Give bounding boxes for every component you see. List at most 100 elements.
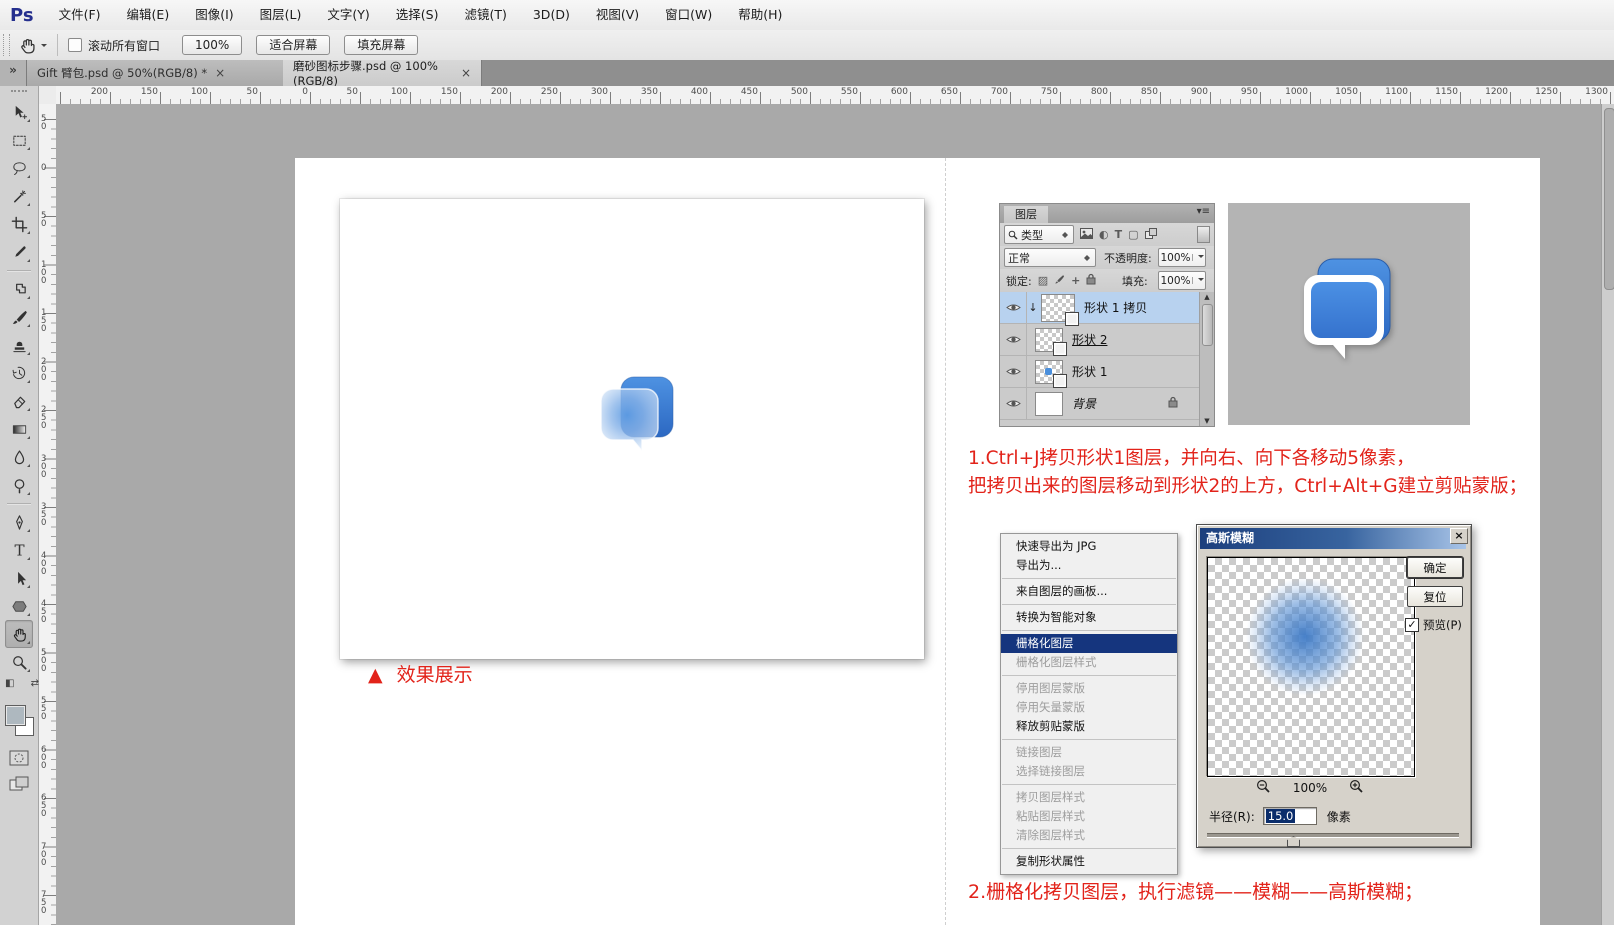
scrollbar-thumb[interactable] (1604, 108, 1614, 290)
menu-item-0[interactable]: 文件(F) (46, 0, 114, 30)
fill-value[interactable]: 100% (1158, 271, 1206, 290)
screen-mode-button[interactable] (0, 776, 38, 792)
hand-tool[interactable] (5, 620, 33, 648)
blur-tool[interactable] (5, 443, 33, 471)
tab-layers[interactable]: 图层 (1004, 206, 1048, 223)
layer-thumbnail[interactable] (1035, 392, 1063, 416)
opacity-value[interactable]: 100% (1158, 248, 1206, 267)
radius-slider[interactable] (1207, 833, 1459, 838)
reset-button[interactable]: 复位 (1407, 586, 1463, 607)
scrollbar-thumb[interactable] (1202, 304, 1213, 346)
slider-thumb[interactable] (1287, 836, 1300, 847)
filter-smart-object-icon[interactable] (1145, 228, 1157, 242)
type-tool[interactable]: T (5, 536, 33, 564)
eraser-tool[interactable] (5, 387, 33, 415)
visibility-eye-icon[interactable] (1000, 388, 1027, 419)
healing-brush-tool[interactable] (5, 275, 33, 303)
history-brush-tool[interactable] (5, 359, 33, 387)
document-tab-gift[interactable]: Gift 臂包.psd @ 50%(RGB/8) * × (27, 60, 293, 86)
layers-scrollbar[interactable]: ▲ ▼ (1199, 292, 1214, 426)
scroll-down-icon[interactable]: ▼ (1200, 417, 1214, 425)
eyedropper-tool[interactable] (5, 238, 33, 266)
visibility-eye-icon[interactable] (1000, 324, 1027, 355)
quick-selection-tool[interactable] (5, 182, 33, 210)
context-menu-item-0[interactable]: 快速导出为 JPG (1001, 537, 1177, 556)
fill-screen-button[interactable]: 填充屏幕 (344, 35, 418, 55)
context-menu-item-21[interactable]: 复制形状属性 (1001, 852, 1177, 871)
filter-pixel-layers-icon[interactable] (1080, 228, 1093, 242)
dialog-titlebar[interactable]: 高斯模糊 (1200, 528, 1466, 549)
path-selection-tool[interactable] (5, 564, 33, 592)
ok-button[interactable]: 确定 (1407, 557, 1463, 578)
filter-adjustment-layers-icon[interactable]: ◐ (1099, 229, 1109, 241)
menu-item-2[interactable]: 图像(I) (182, 0, 246, 30)
layer-thumbnail[interactable] (1035, 360, 1063, 384)
gradient-tool[interactable] (5, 415, 33, 443)
horizontal-ruler[interactable]: 2001501005005010015020025030035040045050… (56, 86, 1614, 105)
context-menu-item-1[interactable]: 导出为... (1001, 556, 1177, 575)
lock-all-icon[interactable] (1086, 273, 1096, 288)
clone-stamp-tool[interactable] (5, 331, 33, 359)
visibility-eye-icon[interactable] (1000, 292, 1027, 323)
pen-tool[interactable] (5, 508, 33, 536)
menu-item-1[interactable]: 编辑(E) (114, 0, 183, 30)
radius-input[interactable]: 15.0 (1263, 807, 1317, 825)
menu-item-10[interactable]: 帮助(H) (725, 0, 795, 30)
marquee-tool[interactable] (5, 126, 33, 154)
layer-row-shape1-copy[interactable]: ↓ 形状 1 拷贝 (1000, 292, 1200, 324)
layer-name[interactable]: 背景 (1072, 395, 1096, 412)
swap-colors-icon[interactable]: ◧⇄ (2, 678, 42, 694)
menu-item-7[interactable]: 3D(D) (520, 0, 583, 30)
panel-menu-icon[interactable]: ▾≡ (1197, 206, 1210, 217)
context-menu-item-3[interactable]: 来自图层的画板... (1001, 582, 1177, 601)
scroll-up-icon[interactable]: ▲ (1200, 293, 1214, 301)
layer-row-shape2[interactable]: 形状 2 (1000, 324, 1200, 356)
crop-tool[interactable] (5, 210, 33, 238)
dialog-close-button[interactable]: × (1450, 528, 1468, 544)
context-menu-item-5[interactable]: 转换为智能对象 (1001, 608, 1177, 627)
filter-toggle-button[interactable] (1197, 226, 1210, 243)
layer-thumbnail[interactable] (1041, 294, 1075, 322)
layer-name[interactable]: 形状 1 拷贝 (1084, 299, 1147, 316)
shape-tool[interactable] (5, 592, 33, 620)
brush-tool[interactable] (5, 303, 33, 331)
menu-item-6[interactable]: 滤镜(T) (451, 0, 519, 30)
vertical-ruler[interactable]: 5005010015020025030035040045050055060065… (38, 104, 57, 925)
lock-transparency-icon[interactable]: ▨ (1038, 275, 1048, 287)
zoom-100-button[interactable]: 100% (182, 35, 242, 55)
context-menu-item-7[interactable]: 栅格化图层 (1001, 634, 1177, 653)
document-tab-steps[interactable]: 磨砂图标步骤.psd @ 100%(RGB/8) × (283, 60, 482, 86)
foreground-color-swatch[interactable] (5, 705, 26, 726)
lasso-tool[interactable] (5, 154, 33, 182)
zoom-tool[interactable] (5, 648, 33, 676)
visibility-eye-icon[interactable] (1000, 356, 1027, 387)
filter-type-dropdown[interactable]: 类型 (1004, 225, 1074, 244)
lock-pixels-icon[interactable] (1054, 274, 1065, 288)
preview-checkbox[interactable]: ✓ (1405, 618, 1419, 632)
menu-item-5[interactable]: 选择(S) (383, 0, 452, 30)
menu-item-4[interactable]: 文字(Y) (314, 0, 382, 30)
context-menu-item-12[interactable]: 释放剪贴蒙版 (1001, 717, 1177, 736)
fit-screen-button[interactable]: 适合屏幕 (256, 35, 330, 55)
layer-name[interactable]: 形状 2 (1072, 331, 1107, 348)
blur-preview-area[interactable] (1207, 557, 1415, 777)
quick-mask-button[interactable] (0, 750, 38, 766)
layer-name[interactable]: 形状 1 (1072, 363, 1107, 380)
zoom-out-icon[interactable] (1256, 779, 1271, 797)
filter-shape-layers-icon[interactable]: ▢ (1128, 229, 1138, 241)
tool-preset-picker[interactable] (18, 36, 47, 55)
panel-dock-collapse[interactable]: » (0, 60, 27, 86)
layer-row-shape1[interactable]: 形状 1 (1000, 356, 1200, 388)
close-tab-icon[interactable]: × (215, 66, 225, 80)
close-tab-icon[interactable]: × (461, 66, 471, 80)
lock-position-icon[interactable]: + (1071, 275, 1080, 287)
layer-row-background[interactable]: 背景 (1000, 388, 1200, 420)
menu-item-3[interactable]: 图层(L) (247, 0, 315, 30)
dodge-tool[interactable] (5, 471, 33, 499)
scroll-all-windows-checkbox[interactable] (68, 38, 82, 52)
menu-item-9[interactable]: 窗口(W) (652, 0, 725, 30)
blend-mode-dropdown[interactable]: 正常 (1004, 248, 1096, 267)
filter-type-layers-icon[interactable]: T (1115, 229, 1123, 241)
layer-thumbnail[interactable] (1035, 328, 1063, 352)
zoom-in-icon[interactable] (1349, 779, 1364, 797)
